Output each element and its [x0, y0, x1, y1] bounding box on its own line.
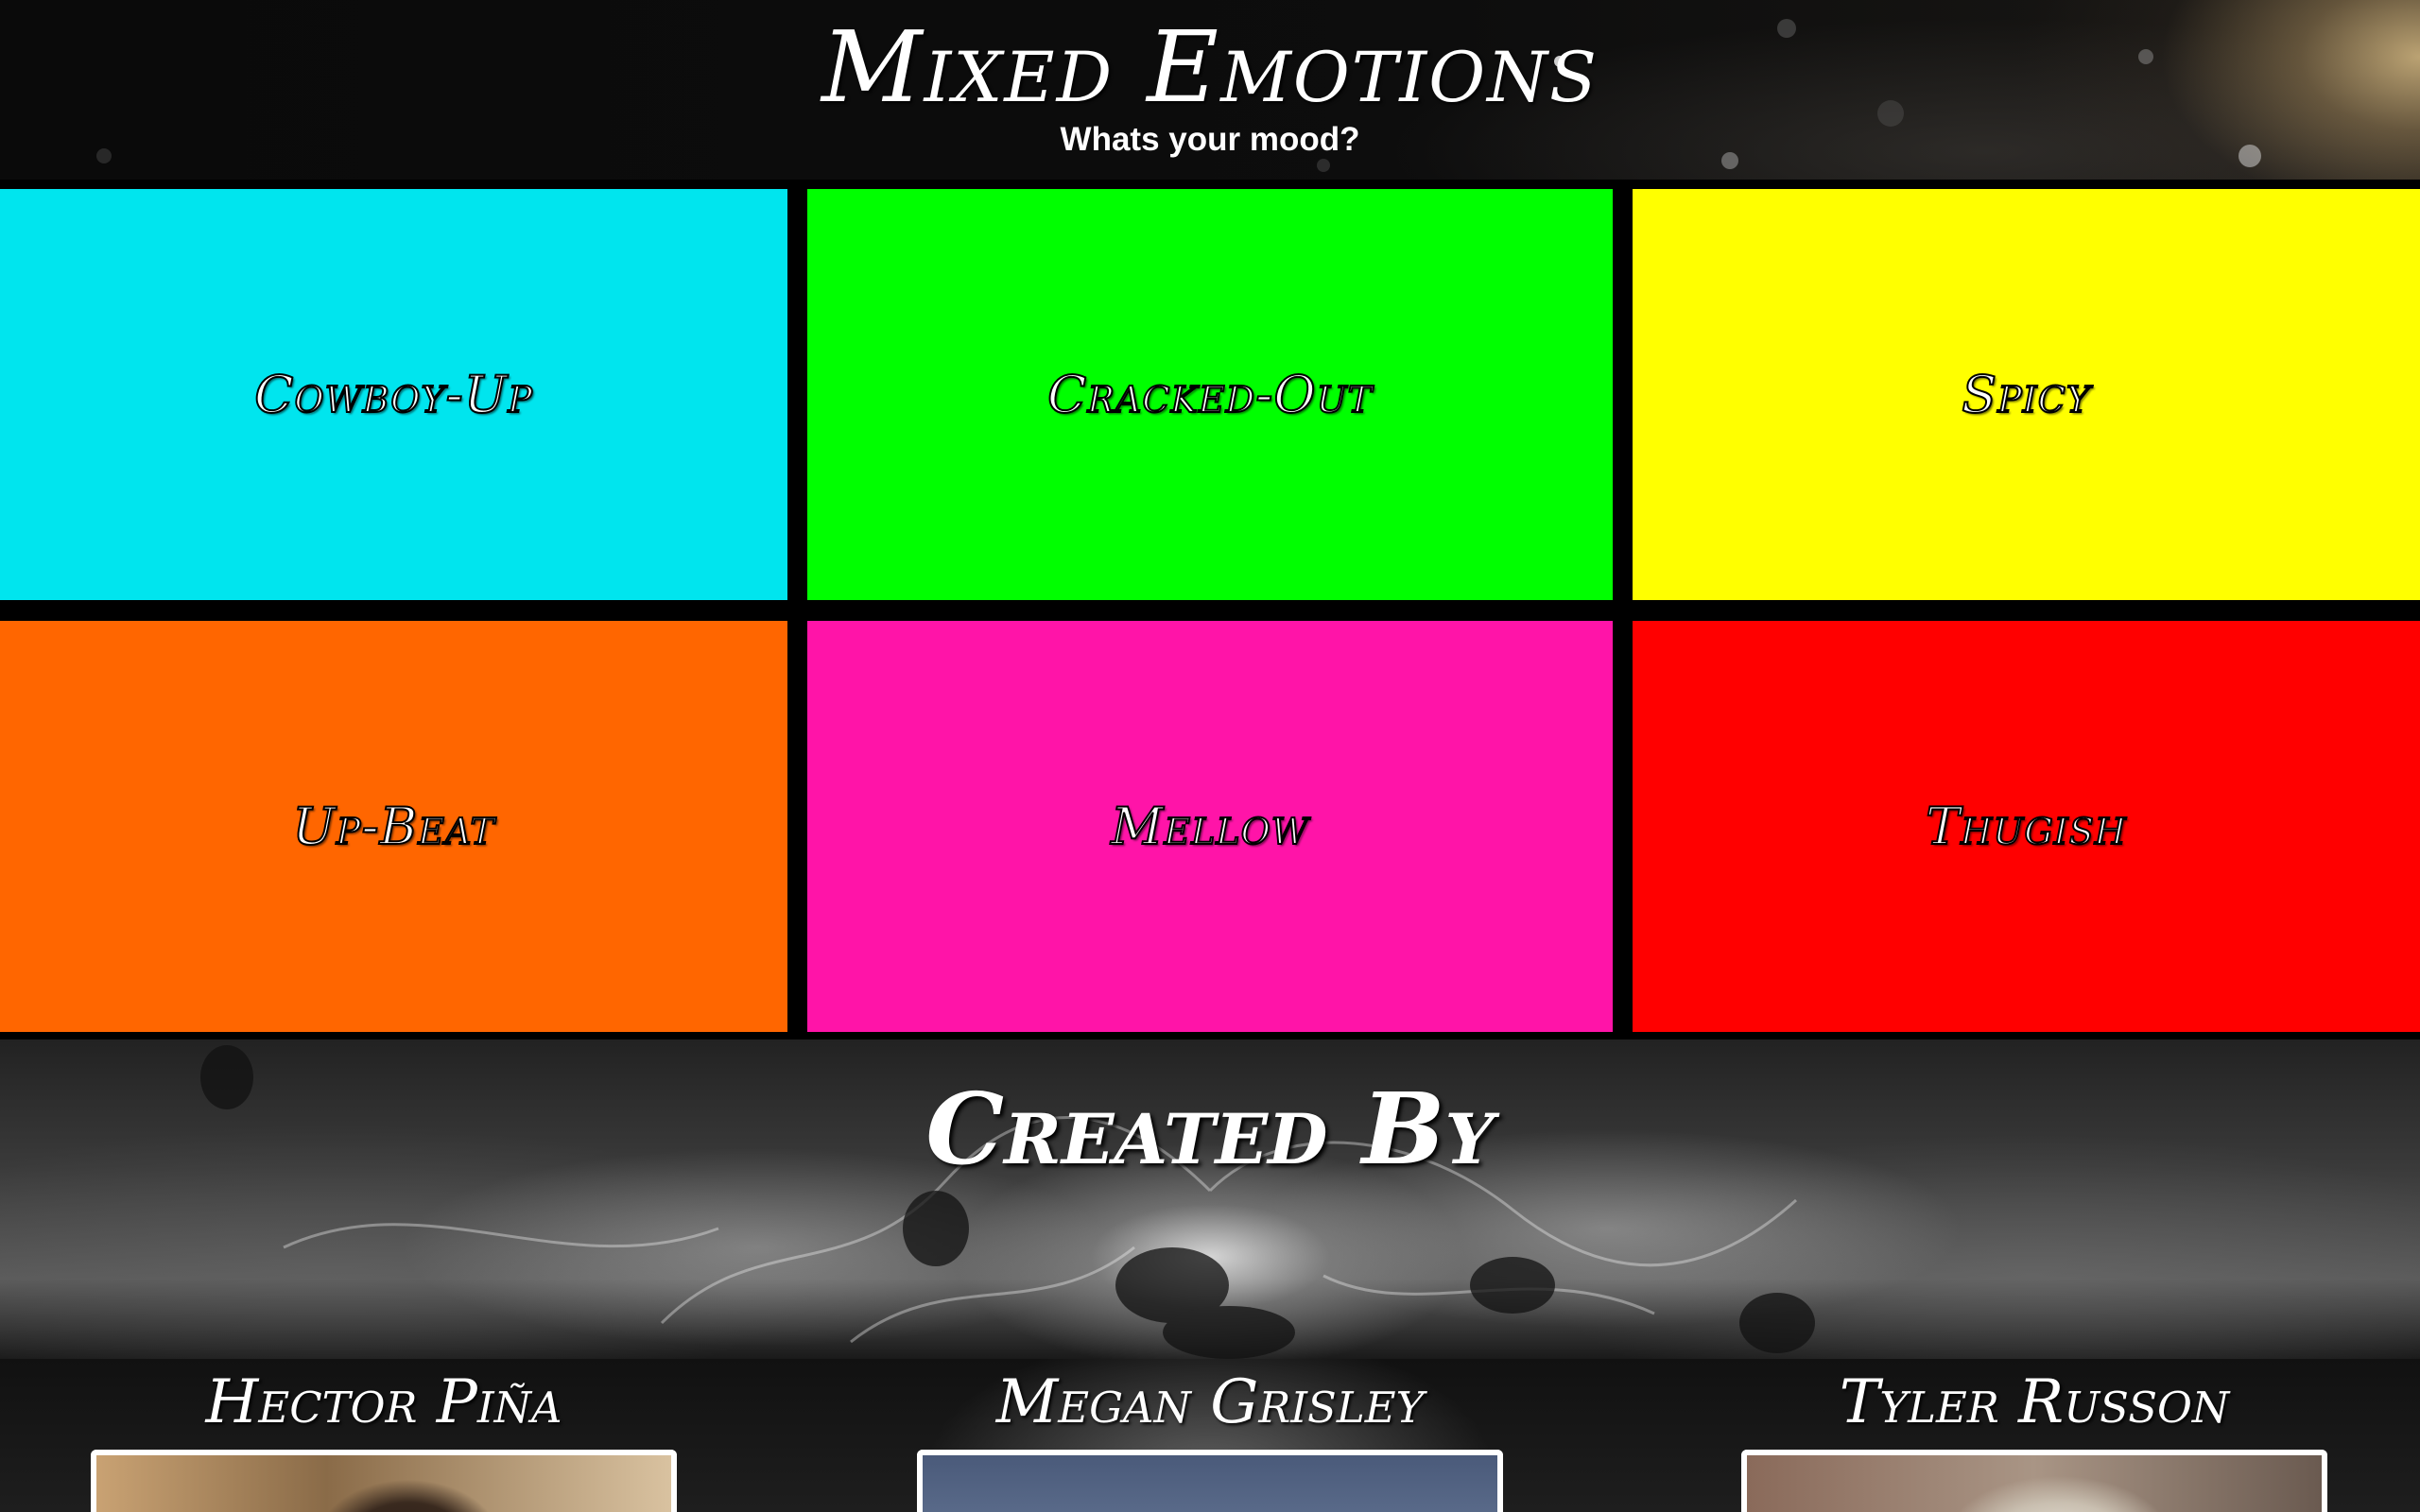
creator-name: Tyler Russon: [1839, 1367, 2230, 1437]
mood-label: Spicy: [1961, 364, 2091, 425]
created-by-heading: Created By: [925, 1071, 1495, 1187]
mood-grid: Cowboy-Up Cracked-Out Spicy Up-Beat Mell…: [0, 180, 2420, 1040]
creator-photo[interactable]: [1741, 1450, 2327, 1512]
creator-name: Hector Piña: [205, 1367, 562, 1437]
site-title: Mixed Emotions: [821, 9, 1599, 125]
creators-section: Hector Piña Megan Grisley Tyler Russon: [0, 1359, 2420, 1512]
site-subtitle: Whats your mood?: [1060, 121, 1360, 158]
mood-tile-cowboy-up[interactable]: Cowboy-Up: [0, 189, 787, 600]
mood-label: Cracked-Out: [1046, 364, 1373, 425]
site-header: Mixed Emotions Whats your mood?: [0, 0, 2420, 180]
creator-card: Hector Piña: [91, 1359, 677, 1512]
mood-label: Up-Beat: [291, 796, 495, 857]
mood-tile-cracked-out[interactable]: Cracked-Out: [807, 189, 1613, 600]
creator-photo-image: [923, 1455, 1497, 1512]
creator-card: Tyler Russon: [1741, 1359, 2327, 1512]
mood-tile-mellow[interactable]: Mellow: [807, 621, 1613, 1032]
mood-tile-thugish[interactable]: Thugish: [1633, 621, 2420, 1032]
creator-card: Megan Grisley: [917, 1359, 1503, 1512]
mood-label: Cowboy-Up: [253, 364, 533, 425]
mood-label: Mellow: [1110, 796, 1309, 857]
mood-label: Thugish: [1925, 796, 2127, 857]
creator-photo-image: [96, 1455, 671, 1512]
creator-photo-image: [1747, 1455, 2322, 1512]
mood-tile-up-beat[interactable]: Up-Beat: [0, 621, 787, 1032]
creator-photo[interactable]: [91, 1450, 677, 1512]
mood-tile-spicy[interactable]: Spicy: [1633, 189, 2420, 600]
creator-name: Megan Grisley: [995, 1367, 1425, 1437]
created-by-banner: Created By: [0, 1040, 2420, 1359]
creator-photo[interactable]: [917, 1450, 1503, 1512]
